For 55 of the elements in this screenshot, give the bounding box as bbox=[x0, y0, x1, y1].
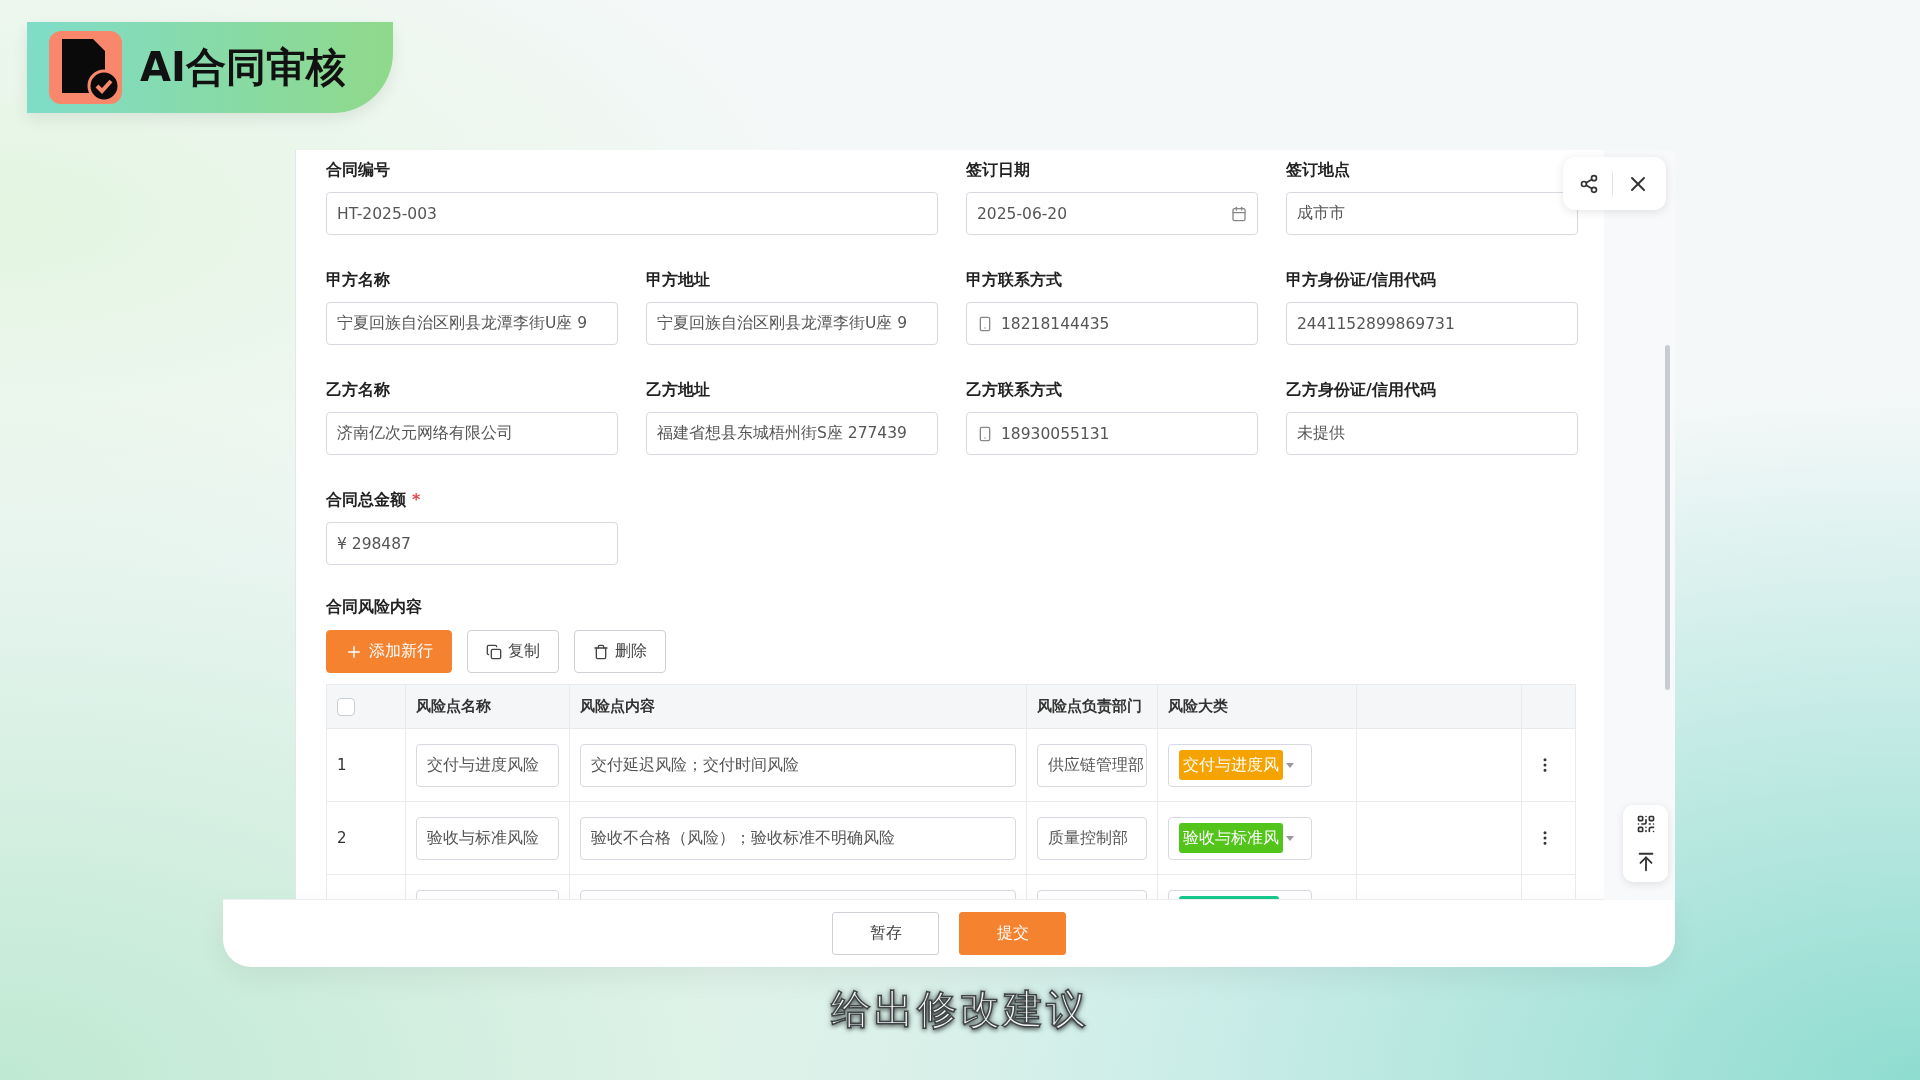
delete-button[interactable]: 删除 bbox=[574, 630, 666, 673]
input-field[interactable]: 未提供 bbox=[1286, 412, 1578, 455]
input-field[interactable]: 成市市 bbox=[1286, 192, 1578, 235]
category-tag: 交付与进度风 bbox=[1179, 750, 1283, 780]
required-mark: * bbox=[412, 490, 421, 511]
caret-icon bbox=[1285, 833, 1295, 843]
field-label: 乙方地址 bbox=[646, 380, 710, 401]
input-field[interactable]: 交付与进度风险 bbox=[416, 743, 559, 787]
column-header: 风险点名称 bbox=[416, 697, 491, 716]
input-field[interactable]: 济南亿次元网络有限公司 bbox=[326, 412, 618, 455]
badge-title: AI合同审核 bbox=[140, 43, 346, 92]
scrollbar-thumb[interactable] bbox=[1665, 345, 1670, 690]
input-field[interactable]: HT-2025-003 bbox=[326, 192, 938, 235]
field-label: 签订地点 bbox=[1286, 160, 1350, 181]
field-label: 甲方联系方式 bbox=[966, 270, 1062, 291]
input-field[interactable]: 质量控制部 bbox=[1037, 816, 1147, 860]
column-header: 风险大类 bbox=[1168, 697, 1228, 716]
field-label: 乙方身份证/信用代码 bbox=[1286, 380, 1436, 401]
input-field[interactable]: 交付延迟风险；交付时间风险 bbox=[580, 743, 1016, 787]
caret-icon bbox=[1285, 760, 1295, 770]
input-field[interactable]: 宁夏回族自治区刚县龙潭李街U座 9 bbox=[326, 302, 618, 345]
field-label: 甲方地址 bbox=[646, 270, 710, 291]
field-label: 乙方名称 bbox=[326, 380, 390, 401]
input-field[interactable]: 验收与标准风险 bbox=[416, 816, 559, 860]
document-check-icon bbox=[49, 31, 122, 104]
trash-icon bbox=[593, 643, 609, 660]
input-field[interactable]: 18218144435 bbox=[966, 302, 1258, 345]
field-label: 甲方身份证/信用代码 bbox=[1286, 270, 1436, 291]
field-label: 合同总金额 bbox=[326, 490, 406, 511]
input-field[interactable]: 18930055131 bbox=[966, 412, 1258, 455]
phone-icon bbox=[977, 315, 993, 332]
input-field[interactable]: 2025-06-20 bbox=[966, 192, 1258, 235]
input-field[interactable]: 福建省想县东城梧州街S座 277439 bbox=[646, 412, 938, 455]
copy-button[interactable]: 复制 bbox=[467, 630, 559, 673]
input-field[interactable]: 验收不合格（风险）；验收标准不明确风险 bbox=[580, 816, 1016, 860]
copy-icon bbox=[486, 643, 502, 660]
calendar-icon bbox=[1231, 205, 1247, 222]
field-label: 乙方联系方式 bbox=[966, 380, 1062, 401]
input-field[interactable]: 供应链管理部 bbox=[1037, 743, 1147, 787]
video-caption: 给出修改建议 bbox=[830, 985, 1090, 1034]
row-number: 1 bbox=[337, 756, 347, 774]
input-field[interactable]: ¥ 298487 bbox=[326, 522, 618, 565]
category-tag: 验收与标准风 bbox=[1179, 823, 1283, 853]
input-field[interactable]: 2441152899869731 bbox=[1286, 302, 1578, 345]
column-header: 风险点负责部门 bbox=[1037, 697, 1142, 716]
row-number: 2 bbox=[337, 829, 347, 847]
save-button[interactable]: 暂存 bbox=[832, 912, 939, 955]
checkbox[interactable] bbox=[337, 697, 355, 716]
column-header: 风险点内容 bbox=[580, 697, 655, 716]
section-title: 合同风险内容 bbox=[326, 597, 423, 618]
input-field[interactable]: 宁夏回族自治区刚县龙潭李街U座 9 bbox=[646, 302, 938, 345]
field-label: 甲方名称 bbox=[326, 270, 390, 291]
field-label: 合同编号 bbox=[326, 160, 390, 181]
phone-icon bbox=[977, 425, 993, 442]
field-label: 签订日期 bbox=[966, 160, 1030, 181]
